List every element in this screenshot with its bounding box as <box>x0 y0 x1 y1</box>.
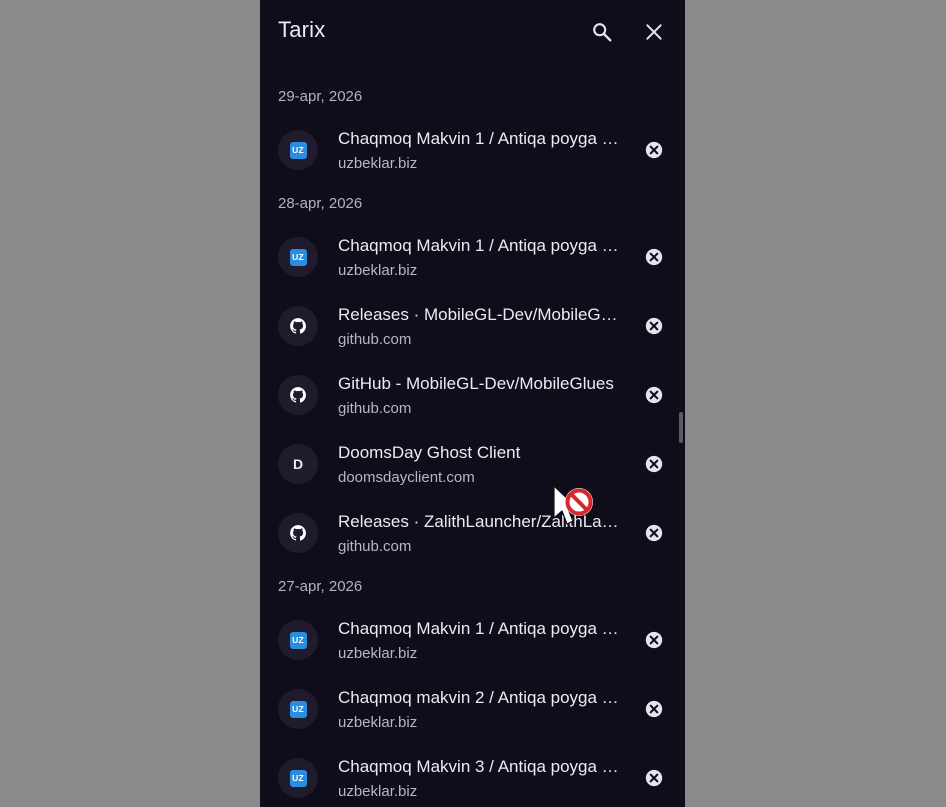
history-item-url: uzbeklar.biz <box>338 714 418 731</box>
history-item-url: uzbeklar.biz <box>338 783 418 800</box>
history-item-url: uzbeklar.biz <box>338 645 418 662</box>
github-icon <box>278 513 318 553</box>
scrollbar-thumb[interactable] <box>679 412 683 443</box>
history-item-url: github.com <box>338 538 412 555</box>
remove-item-button[interactable] <box>643 384 665 406</box>
remove-item-button[interactable] <box>643 522 665 544</box>
site-favicon: UZ <box>278 130 318 170</box>
close-circle-icon <box>645 317 663 335</box>
history-item-title: DoomsDay Ghost Client <box>338 443 521 462</box>
close-circle-icon <box>645 524 663 542</box>
close-circle-icon <box>645 700 663 718</box>
letter-avatar-text: D <box>292 456 304 472</box>
close-circle-icon <box>645 386 663 404</box>
history-item-url: uzbeklar.biz <box>338 262 418 279</box>
search-button[interactable] <box>586 16 618 48</box>
history-item[interactable]: UZ Chaqmoq Makvin 3 / Antiqa poyga multfi… <box>260 744 685 807</box>
remove-item-button[interactable] <box>643 767 665 789</box>
history-item[interactable]: UZ Chaqmoq Makvin 1 / Antiqa poyga multfi… <box>260 116 685 184</box>
site-favicon: UZ <box>278 620 318 660</box>
history-item[interactable]: UZ Chaqmoq Makvin 1 / Antiqa poyga multfi… <box>260 606 685 674</box>
history-header: Tarix <box>260 0 685 64</box>
history-item-url: doomsdayclient.com <box>338 469 475 486</box>
history-item-title: Chaqmoq makvin 2 / Antiqa poyga multfilm… <box>338 688 621 707</box>
date-header: 28-apr, 2026 <box>278 195 363 212</box>
history-item-title: Releases · ZalithLauncher/ZalithLauncher… <box>338 512 621 531</box>
history-item-title: Chaqmoq Makvin 1 / Antiqa poyga multfilm… <box>338 129 621 148</box>
close-circle-icon <box>645 769 663 787</box>
remove-item-button[interactable] <box>643 246 665 268</box>
history-item-title: Chaqmoq Makvin 3 / Antiqa poyga multfilm… <box>338 757 621 776</box>
close-circle-icon <box>645 141 663 159</box>
screen: Tarix 29-apr, 2026 UZ Chaqmoq Makvin 1 / A… <box>0 0 946 807</box>
history-item[interactable]: Releases · MobileGL-Dev/MobileGlues githu… <box>260 292 685 360</box>
uz-favicon-icon: UZ <box>289 248 307 266</box>
uz-favicon-icon: UZ <box>289 141 307 159</box>
page-title: Tarix <box>278 17 326 42</box>
history-item[interactable]: GitHub - MobileGL-Dev/MobileGlues github.… <box>260 361 685 429</box>
history-item[interactable]: Releases · ZalithLauncher/ZalithLauncher… <box>260 499 685 567</box>
history-item-url: github.com <box>338 331 412 348</box>
github-icon <box>278 375 318 415</box>
remove-item-button[interactable] <box>643 698 665 720</box>
uz-favicon-icon: UZ <box>289 769 307 787</box>
close-icon <box>646 24 662 40</box>
history-item[interactable]: UZ Chaqmoq Makvin 1 / Antiqa poyga multfi… <box>260 223 685 291</box>
history-item-url: uzbeklar.biz <box>338 155 418 172</box>
history-item-title: Chaqmoq Makvin 1 / Antiqa poyga multfilm… <box>338 236 621 255</box>
remove-item-button[interactable] <box>643 453 665 475</box>
uz-favicon-icon: UZ <box>289 631 307 649</box>
github-icon <box>278 306 318 346</box>
history-panel: Tarix 29-apr, 2026 UZ Chaqmoq Makvin 1 / A… <box>260 0 685 807</box>
uz-favicon-icon: UZ <box>289 700 307 718</box>
history-item[interactable]: UZ Chaqmoq makvin 2 / Antiqa poyga multfi… <box>260 675 685 743</box>
remove-item-button[interactable] <box>643 139 665 161</box>
close-circle-icon <box>645 631 663 649</box>
site-favicon: UZ <box>278 758 318 798</box>
site-favicon: UZ <box>278 237 318 277</box>
history-item-title: GitHub - MobileGL-Dev/MobileGlues <box>338 374 614 393</box>
letter-avatar: D <box>278 444 318 484</box>
remove-item-button[interactable] <box>643 315 665 337</box>
history-item-url: github.com <box>338 400 412 417</box>
date-header: 29-apr, 2026 <box>278 88 363 105</box>
close-circle-icon <box>645 248 663 266</box>
remove-item-button[interactable] <box>643 629 665 651</box>
close-button[interactable] <box>638 16 670 48</box>
date-header: 27-apr, 2026 <box>278 578 363 595</box>
history-item-title: Releases · MobileGL-Dev/MobileGlues <box>338 305 621 324</box>
history-item-title: Chaqmoq Makvin 1 / Antiqa poyga multfilm… <box>338 619 621 638</box>
site-favicon: UZ <box>278 689 318 729</box>
search-icon <box>593 23 612 42</box>
history-item[interactable]: D DoomsDay Ghost Client doomsdayclient.com <box>260 430 685 498</box>
close-circle-icon <box>645 455 663 473</box>
